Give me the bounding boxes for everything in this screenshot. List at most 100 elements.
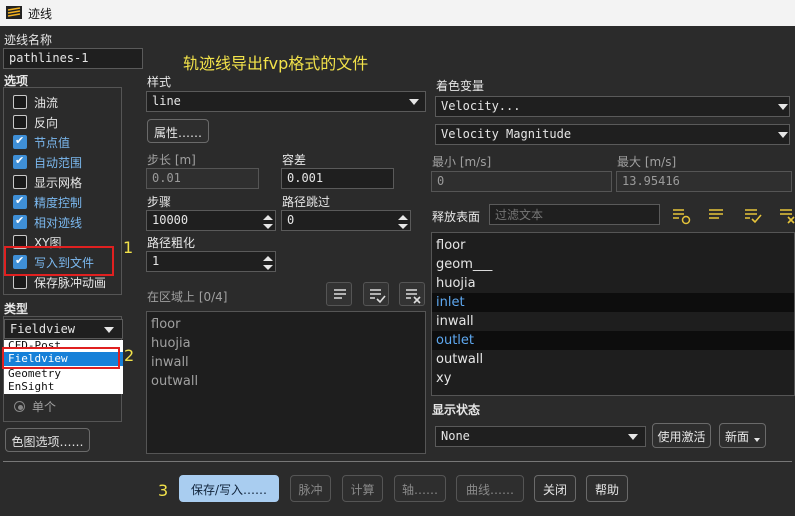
on-zone-list[interactable]: floor huojia inwall outwall	[146, 311, 426, 454]
list-clear-icon	[406, 289, 421, 304]
option-node-values[interactable]: 节点值	[13, 132, 118, 152]
colormap-options-button[interactable]: 色图选项……	[5, 428, 90, 452]
save-write-button[interactable]: 保存/写入……	[179, 475, 279, 502]
single-radio[interactable]	[14, 401, 25, 412]
new-surface-chevron-icon	[754, 438, 760, 442]
release-item-huojia[interactable]: huojia	[432, 274, 794, 293]
min-input[interactable]: 0	[431, 171, 612, 192]
use-active-button[interactable]: 使用激活	[652, 423, 711, 448]
display-state-dropdown[interactable]: None	[435, 426, 646, 447]
auto-range-checkbox[interactable]	[13, 154, 27, 169]
zone-item-outwall[interactable]: outwall	[147, 372, 425, 391]
type-dropdown-value: Fieldview	[10, 322, 76, 336]
attributes-button[interactable]: 属性……	[147, 119, 209, 143]
color-by-label: 着色变量	[436, 79, 485, 93]
type-panel: Fieldview CFD-Post Fieldview Geometry En…	[3, 316, 123, 422]
path-coarsen-spinner-icon[interactable]	[262, 253, 274, 271]
new-surface-button[interactable]: 新面	[719, 423, 766, 448]
color-by-component-value: Velocity Magnitude	[441, 127, 572, 141]
path-skip-input[interactable]: 0	[281, 210, 411, 231]
on-zone-label: 在区域上 [0/4]	[147, 290, 228, 304]
release-select-all-button[interactable]	[670, 204, 692, 226]
zone-clear-button[interactable]	[399, 282, 425, 306]
style-dropdown-value: line	[152, 94, 181, 108]
release-item-geom[interactable]: geom___	[432, 255, 794, 274]
style-dropdown[interactable]: line	[146, 91, 426, 112]
type-option-ensight[interactable]: EnSight	[8, 380, 54, 393]
write-to-file-highlight	[4, 246, 114, 276]
accuracy-control-checkbox[interactable]	[13, 194, 27, 209]
list-check-icon	[370, 289, 386, 304]
list-icon	[334, 289, 346, 299]
zone-check-button[interactable]	[363, 282, 389, 306]
release-item-outlet[interactable]: outlet	[432, 331, 794, 350]
color-by-variable-value: Velocity...	[441, 99, 521, 113]
relative-pathlines-checkbox[interactable]	[13, 214, 27, 229]
title-bar: 迹线	[0, 0, 795, 26]
style-chevron-down-icon	[409, 99, 419, 105]
release-item-inlet[interactable]: inlet	[432, 293, 794, 312]
max-label: 最大 [m/s]	[617, 155, 677, 169]
close-button[interactable]: 关闭	[534, 475, 576, 502]
annotation-mark-3: 3	[158, 481, 169, 500]
option-relative-pathlines[interactable]: 相对迹线	[13, 212, 118, 232]
save-pulse-animation-label: 保存脉冲动画	[34, 276, 107, 290]
draw-mesh-checkbox[interactable]	[13, 175, 27, 189]
node-values-label: 节点值	[34, 136, 71, 150]
list-icon	[709, 209, 723, 219]
display-state-value: None	[441, 429, 470, 443]
path-skip-label: 路径跳过	[282, 195, 331, 209]
oil-flow-checkbox[interactable]	[13, 95, 27, 109]
oil-flow-label: 油流	[34, 96, 59, 110]
tolerance-input[interactable]: 0.001	[281, 168, 394, 189]
step-size-input[interactable]: 0.01	[146, 168, 259, 189]
zone-item-inwall[interactable]: inwall	[147, 353, 425, 372]
option-oil-flow[interactable]: 油流	[13, 92, 118, 112]
release-check-button[interactable]	[742, 204, 764, 226]
path-coarsen-label: 路径粗化	[147, 236, 196, 250]
release-item-xy[interactable]: xy	[432, 369, 794, 388]
node-values-checkbox[interactable]	[13, 134, 27, 149]
display-state-label: 显示状态	[432, 403, 481, 417]
reverse-checkbox[interactable]	[13, 115, 27, 129]
steps-input[interactable]: 10000	[146, 210, 276, 231]
pulse-button[interactable]: 脉冲	[290, 475, 331, 502]
save-pulse-animation-checkbox[interactable]	[13, 275, 27, 289]
release-label: 释放表面	[432, 210, 481, 224]
axes-button[interactable]: 轴……	[394, 475, 446, 502]
option-reverse[interactable]: 反向	[13, 112, 118, 132]
release-item-floor[interactable]: floor	[432, 236, 794, 255]
single-radio-label: 单个	[32, 400, 57, 414]
curves-button[interactable]: 曲线……	[456, 475, 524, 502]
option-auto-range[interactable]: 自动范围	[13, 152, 118, 172]
release-item-outwall[interactable]: outwall	[432, 350, 794, 369]
step-size-label: 步长 [m]	[147, 153, 196, 167]
list-clear-icon	[780, 209, 795, 224]
path-coarsen-input[interactable]: 1	[146, 251, 276, 272]
app-logo-icon	[6, 6, 22, 19]
color-by-component-dropdown[interactable]: Velocity Magnitude	[435, 124, 790, 145]
display-state-chevron-down-icon	[628, 434, 638, 440]
zone-item-floor[interactable]: floor	[147, 315, 425, 334]
release-clear-button[interactable]	[777, 204, 795, 226]
compute-button[interactable]: 计算	[342, 475, 383, 502]
path-skip-spinner-icon[interactable]	[397, 212, 409, 230]
release-list-button[interactable]	[706, 204, 728, 226]
color-by-variable-dropdown[interactable]: Velocity...	[435, 96, 790, 117]
pathline-name-input[interactable]: pathlines-1	[3, 48, 143, 69]
annotation-mark-2: 2	[124, 346, 135, 365]
release-filter-input[interactable]	[489, 204, 660, 225]
annotation-headline: 轨迹线导出fvp格式的文件	[183, 54, 369, 73]
option-draw-mesh[interactable]: 显示网格	[13, 172, 118, 192]
type-label: 类型	[4, 302, 29, 316]
variable-chevron-down-icon	[778, 104, 788, 110]
release-item-inwall[interactable]: inwall	[432, 312, 794, 331]
steps-label: 步骤	[147, 195, 172, 209]
zone-item-huojia[interactable]: huojia	[147, 334, 425, 353]
max-input[interactable]: 13.95416	[616, 171, 792, 192]
help-button[interactable]: 帮助	[586, 475, 628, 502]
option-accuracy-control[interactable]: 精度控制	[13, 192, 118, 212]
zone-select-all-button[interactable]	[326, 282, 352, 306]
release-surface-list[interactable]: floor geom___ huojia inlet inwall outlet…	[431, 232, 795, 396]
steps-spinner-icon[interactable]	[262, 212, 274, 230]
